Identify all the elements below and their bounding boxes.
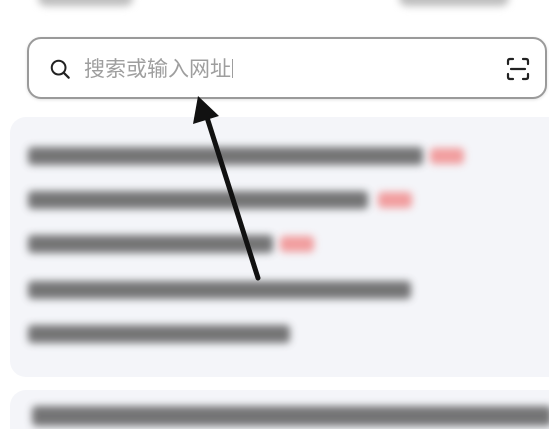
text-cursor bbox=[232, 59, 233, 78]
news-card-blurred bbox=[10, 390, 549, 429]
news-item-blurred bbox=[32, 406, 549, 426]
hot-news-card-blurred bbox=[10, 117, 549, 377]
hot-tag-blurred bbox=[430, 148, 464, 164]
search-placeholder-text: 搜索或输入网址 bbox=[84, 57, 231, 81]
search-bar[interactable]: 搜索或输入网址 bbox=[27, 37, 547, 99]
status-bar-indicators-blurred bbox=[399, 0, 509, 6]
news-item-blurred bbox=[28, 191, 368, 209]
hot-tag-blurred bbox=[280, 236, 314, 252]
search-icon bbox=[50, 59, 70, 79]
browser-home-page: 搜索或输入网址 bbox=[0, 0, 549, 429]
news-item-blurred bbox=[28, 235, 273, 253]
news-item-blurred bbox=[28, 147, 423, 165]
search-input[interactable]: 搜索或输入网址 bbox=[84, 55, 233, 83]
hot-tag-blurred bbox=[378, 192, 412, 208]
news-item-blurred bbox=[28, 325, 290, 343]
scan-icon[interactable] bbox=[505, 56, 531, 82]
status-bar-time-blurred bbox=[38, 0, 133, 6]
news-item-blurred bbox=[28, 281, 411, 299]
